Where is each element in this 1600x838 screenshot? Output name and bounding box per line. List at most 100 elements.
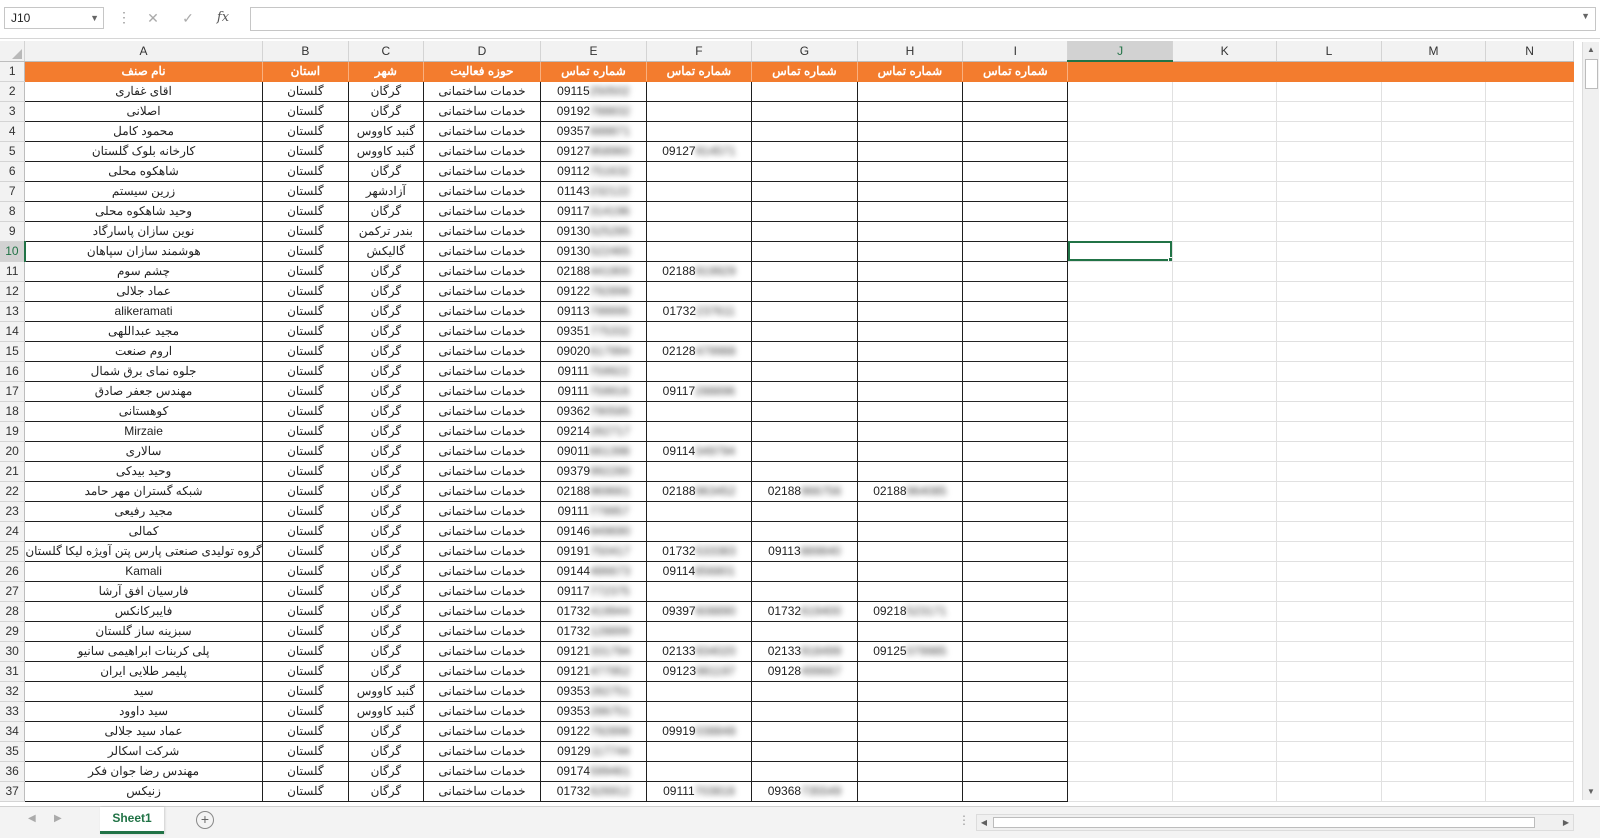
empty-cell[interactable]: [1276, 181, 1382, 202]
cell[interactable]: محمود کامل: [24, 121, 263, 142]
header-cell[interactable]: حوزه فعالیت: [423, 61, 542, 82]
phone-cell[interactable]: 09362790585: [540, 401, 647, 422]
empty-cell[interactable]: [1067, 421, 1173, 442]
empty-cell[interactable]: [1381, 781, 1487, 802]
phone-cell[interactable]: [857, 761, 964, 782]
phone-cell[interactable]: [751, 121, 858, 142]
phone-cell[interactable]: [751, 461, 858, 482]
phone-cell[interactable]: 09130525285: [540, 221, 647, 242]
cell[interactable]: Kamali: [24, 561, 263, 582]
empty-cell[interactable]: [1276, 561, 1382, 582]
empty-cell[interactable]: [1067, 541, 1173, 562]
cell[interactable]: خدمات ساختمانی: [423, 621, 542, 642]
column-header[interactable]: G: [751, 41, 858, 62]
empty-cell[interactable]: [1067, 621, 1173, 642]
row-header[interactable]: 24: [0, 521, 26, 542]
row-header[interactable]: 17: [0, 381, 26, 402]
phone-cell[interactable]: [857, 161, 964, 182]
row-header[interactable]: 29: [0, 621, 26, 642]
phone-cell[interactable]: 09919038848: [646, 721, 753, 742]
empty-cell[interactable]: [1485, 621, 1574, 642]
empty-cell[interactable]: [1485, 521, 1574, 542]
phone-cell[interactable]: [751, 761, 858, 782]
empty-cell[interactable]: [1172, 741, 1278, 762]
phone-cell[interactable]: [646, 581, 753, 602]
cell[interactable]: گرگان: [348, 161, 424, 182]
phone-cell[interactable]: [962, 701, 1069, 722]
phone-cell[interactable]: [646, 401, 753, 422]
phone-cell[interactable]: 09123981197: [646, 661, 753, 682]
empty-cell[interactable]: [1276, 61, 1382, 82]
phone-cell[interactable]: [751, 421, 858, 442]
cell[interactable]: خدمات ساختمانی: [423, 361, 542, 382]
phone-cell[interactable]: [751, 81, 858, 102]
add-sheet-icon[interactable]: +: [196, 811, 214, 829]
phone-cell[interactable]: 02188441900: [540, 261, 647, 282]
cell[interactable]: گلستان: [262, 321, 349, 342]
phone-cell[interactable]: 02188919929: [646, 261, 753, 282]
phone-cell[interactable]: [751, 501, 858, 522]
empty-cell[interactable]: [1485, 781, 1574, 802]
cell[interactable]: خدمات ساختمانی: [423, 421, 542, 442]
empty-cell[interactable]: [1067, 81, 1173, 102]
empty-cell[interactable]: [1381, 121, 1487, 142]
cell[interactable]: گرگان: [348, 541, 424, 562]
phone-cell[interactable]: 09113889840: [751, 541, 858, 562]
row-header[interactable]: 36: [0, 761, 26, 782]
empty-cell[interactable]: [1485, 541, 1574, 562]
phone-cell[interactable]: [751, 261, 858, 282]
row-header[interactable]: 37: [0, 781, 26, 802]
cell[interactable]: گروه تولیدی صنعتی پارس پتن آویژه لیکا گل…: [24, 541, 263, 562]
phone-cell[interactable]: 09368735549: [751, 781, 858, 802]
phone-cell[interactable]: [962, 101, 1069, 122]
row-header[interactable]: 23: [0, 501, 26, 522]
row-header[interactable]: 3: [0, 101, 26, 122]
empty-cell[interactable]: [1067, 701, 1173, 722]
empty-cell[interactable]: [1172, 541, 1278, 562]
phone-cell[interactable]: 09121331794: [540, 641, 647, 662]
empty-cell[interactable]: [1381, 61, 1487, 82]
phone-cell[interactable]: 09214282717: [540, 421, 647, 442]
cell[interactable]: خدمات ساختمانی: [423, 581, 542, 602]
empty-cell[interactable]: [1276, 521, 1382, 542]
phone-cell[interactable]: [857, 321, 964, 342]
phone-cell[interactable]: [857, 181, 964, 202]
cell[interactable]: گرگان: [348, 661, 424, 682]
empty-cell[interactable]: [1485, 321, 1574, 342]
cell[interactable]: گلستان: [262, 141, 349, 162]
empty-cell[interactable]: [1067, 441, 1173, 462]
phone-cell[interactable]: [646, 161, 753, 182]
empty-cell[interactable]: [1067, 301, 1173, 322]
empty-cell[interactable]: [1485, 561, 1574, 582]
phone-cell[interactable]: [646, 681, 753, 702]
phone-cell[interactable]: 01732419944: [540, 601, 647, 622]
cell[interactable]: گرگان: [348, 481, 424, 502]
phone-cell[interactable]: 09353282751: [540, 681, 647, 702]
empty-cell[interactable]: [1067, 641, 1173, 662]
cell[interactable]: گرگان: [348, 721, 424, 742]
column-header[interactable]: A: [24, 41, 263, 62]
empty-cell[interactable]: [1485, 81, 1574, 102]
phone-cell[interactable]: 09379992280: [540, 461, 647, 482]
empty-cell[interactable]: [1485, 381, 1574, 402]
cell[interactable]: گلستان: [262, 281, 349, 302]
cell[interactable]: خدمات ساختمانی: [423, 761, 542, 782]
cell[interactable]: گلستان: [262, 521, 349, 542]
empty-cell[interactable]: [1172, 421, 1278, 442]
empty-cell[interactable]: [1172, 401, 1278, 422]
cell[interactable]: گنبد کاووس: [348, 681, 424, 702]
column-header[interactable]: J: [1067, 41, 1173, 62]
phone-cell[interactable]: [857, 461, 964, 482]
cell[interactable]: خدمات ساختمانی: [423, 221, 542, 242]
cell[interactable]: خدمات ساختمانی: [423, 321, 542, 342]
cell[interactable]: عماد جلالی: [24, 281, 263, 302]
cell[interactable]: کمالی: [24, 521, 263, 542]
phone-cell[interactable]: [962, 281, 1069, 302]
row-header[interactable]: 28: [0, 601, 26, 622]
row-header[interactable]: 30: [0, 641, 26, 662]
row-header[interactable]: 18: [0, 401, 26, 422]
row-header[interactable]: 20: [0, 441, 26, 462]
phone-cell[interactable]: [857, 541, 964, 562]
cell[interactable]: Mirzaie: [24, 421, 263, 442]
phone-cell[interactable]: [751, 101, 858, 122]
